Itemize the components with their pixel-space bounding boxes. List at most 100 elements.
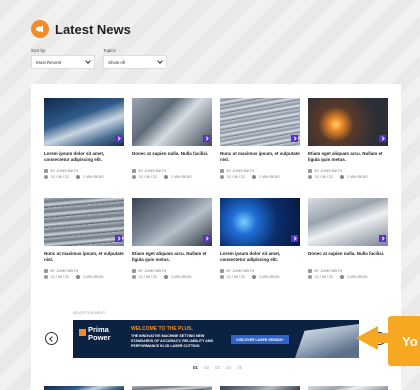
article-headline[interactable]: Etiam eget aliquam arcu. Nullam et ligul… [132,251,212,264]
article-thumbnail[interactable] [308,98,388,146]
article-card[interactable]: Lorem ipsum dolor sit amet, consectetur … [44,98,124,180]
ad-banner[interactable]: Prima Power WELCOME TO THE PLUS. THE INN… [73,320,359,358]
article-card[interactable]: Etiam eget aliquam arcu. Nullam et ligul… [132,198,212,280]
article-read-time: 2 MIN READ [346,275,368,279]
article-card[interactable]: Etiam eget aliquam arcu. Nullam et ligul… [308,98,388,180]
article-date: 01 / 06 / 22 [227,275,245,279]
clock-icon [251,175,256,179]
arrow-right-icon[interactable] [203,135,210,142]
clock-icon [251,275,256,279]
next-row-thumbnails [44,386,388,390]
topics-value: Show All [108,59,126,65]
ad-cta-button[interactable]: DISCOVER LASER GENIUS+ [231,335,289,344]
clock-icon [339,175,344,179]
article-headline[interactable]: Nunc ut maximus ipsum, et vulputate nisl… [44,251,124,264]
calendar-icon [220,175,224,179]
page-dot-active[interactable]: 01 [193,365,198,370]
page-dot[interactable]: 05 [237,365,242,370]
article-meta: BY JOHN SMITH 01 / 06 / 22 2 MIN READ [220,168,300,180]
user-icon [220,269,224,273]
user-icon [308,169,312,173]
article-headline[interactable]: Donec at sapien nulla. Nulla facilisi. [132,151,212,164]
page-dot[interactable]: 03 [215,365,220,370]
ad-body: THE INNOVATIVE MACHINE SETTING NEW STAND… [131,334,214,348]
article-thumbnail[interactable] [44,98,124,146]
article-meta: BY JOHN SMITH 01 / 06 / 22 2 MIN READ [308,268,388,280]
machine-image [295,324,359,358]
article-meta: BY JOHN SMITH 01 / 06 / 22 2 MIN READ [44,268,124,280]
page-dot[interactable]: 02 [204,365,209,370]
article-thumbnail[interactable] [220,198,300,246]
arrow-right-icon[interactable] [203,235,210,242]
article-thumbnail[interactable] [132,98,212,146]
ad-headline: WELCOME TO THE PLUS. [131,326,193,332]
sort-label: Sort by [31,48,46,53]
article-headline[interactable]: Lorem ipsum dolor sit amet, consectetur … [44,151,124,164]
article-read-time: 2 MIN READ [258,275,280,279]
arrow-right-icon[interactable] [291,135,298,142]
arrow-right-icon[interactable] [379,135,386,142]
article-card[interactable]: Donec at sapien nulla. Nulla facilisi. B… [132,98,212,180]
article-date: 01 / 06 / 22 [139,175,157,179]
calendar-icon [44,175,48,179]
article-card[interactable]: Nunc ut maximus ipsum, et vulputate nisl… [44,198,124,280]
article-date: 01 / 06 / 22 [139,275,157,279]
user-icon [308,269,312,273]
arrow-right-icon[interactable] [115,235,122,242]
article-card[interactable]: Donec at sapien nulla. Nulla facilisi. B… [308,198,388,280]
clock-icon [339,275,344,279]
topics-select[interactable]: Show All [103,55,167,69]
article-read-time: 2 MIN READ [346,175,368,179]
calendar-icon [308,275,312,279]
article-thumbnail[interactable] [220,386,300,390]
article-headline[interactable]: Etiam eget aliquam arcu. Nullam et ligul… [308,151,388,164]
callout-arrow-icon [356,326,378,350]
article-date: 01 / 06 / 22 [227,175,245,179]
arrow-right-icon[interactable] [291,235,298,242]
article-thumbnail[interactable] [44,386,124,390]
article-thumbnail[interactable] [44,198,124,246]
sort-select[interactable]: Most Recent [31,55,95,69]
article-read-time: 2 MIN READ [82,175,104,179]
megaphone-icon [31,20,49,38]
calendar-icon [220,275,224,279]
user-icon [44,169,48,173]
article-card[interactable]: Nunc ut maximus ipsum, et vulputate nisl… [220,98,300,180]
article-headline[interactable]: Donec at sapien nulla. Nulla facilisi. [308,251,388,264]
brand-logo-icon [79,329,86,336]
user-icon [44,269,48,273]
clock-icon [75,175,80,179]
article-thumbnail[interactable] [132,198,212,246]
article-read-time: 2 MIN READ [170,175,192,179]
filters: Sort by Most Recent Topics Show All [31,48,167,69]
article-thumbnail[interactable] [132,386,212,390]
article-thumbnail[interactable] [308,386,388,390]
carousel-prev-button[interactable] [45,332,58,345]
article-headline[interactable]: Nunc ut maximus ipsum, et vulputate nisl… [220,151,300,164]
article-card[interactable]: Lorem ipsum dolor sit amet, consectetur … [220,198,300,280]
article-meta: BY JOHN SMITH 01 / 06 / 22 2 MIN READ [308,168,388,180]
ad-pagination: 01 02 03 04 05 [193,365,242,370]
article-date: 01 / 06 / 22 [51,175,69,179]
chevron-down-icon [85,58,91,64]
arrow-right-icon[interactable] [379,235,386,242]
article-read-time: 2 MIN READ [82,275,104,279]
article-thumbnail[interactable] [220,98,300,146]
article-thumbnail[interactable] [308,198,388,246]
clock-icon [163,175,168,179]
ad-label: ADVERTISEMENT [73,311,106,315]
sort-filter: Sort by Most Recent [31,48,95,69]
ad-logo: Prima Power [88,326,111,341]
page-dot[interactable]: 04 [226,365,231,370]
clock-icon [163,275,168,279]
page-header: Latest News [31,20,131,38]
clock-icon [75,275,80,279]
user-icon [132,169,136,173]
arrow-right-icon[interactable] [115,135,122,142]
article-meta: BY JOHN SMITH 01 / 06 / 22 2 MIN READ [132,168,212,180]
article-grid: Lorem ipsum dolor sit amet, consectetur … [44,98,388,280]
user-icon [132,269,136,273]
article-headline[interactable]: Lorem ipsum dolor sit amet, consectetur … [220,251,300,264]
article-date: 01 / 06 / 22 [315,175,333,179]
page-title: Latest News [55,21,131,37]
